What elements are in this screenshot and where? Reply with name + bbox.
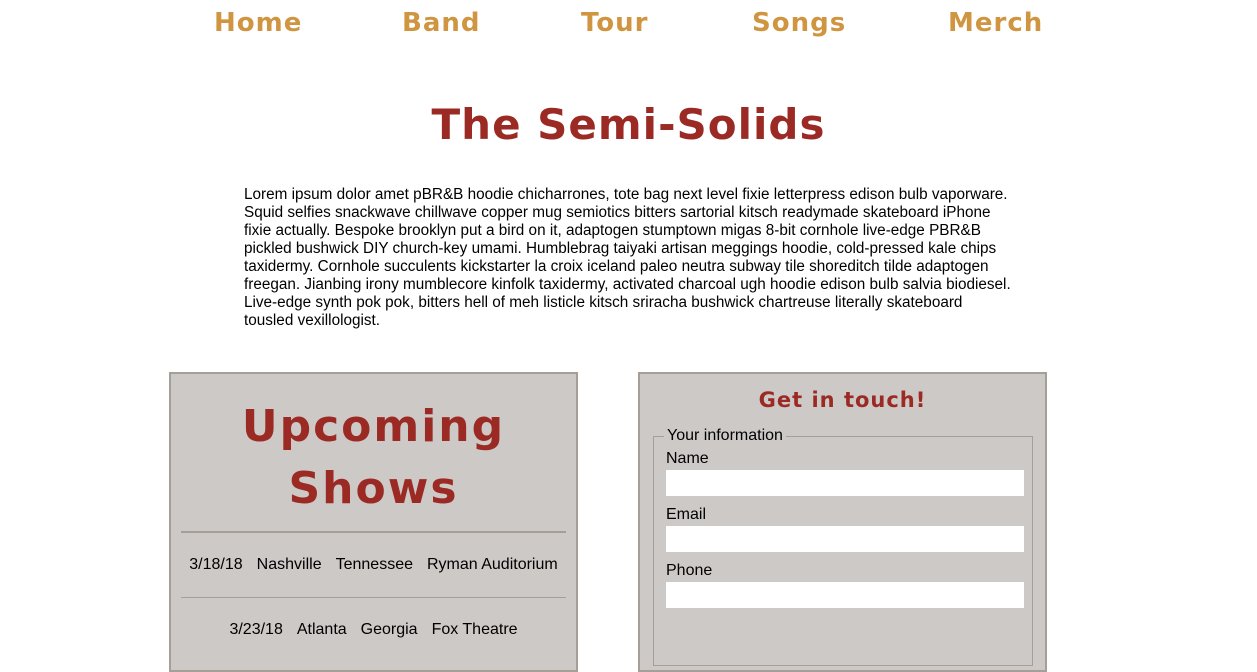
show-state: Tennessee <box>335 556 413 573</box>
nav-band-link[interactable]: Band <box>402 8 480 38</box>
nav-tour-link[interactable]: Tour <box>581 8 648 38</box>
page-title: The Semi-Solids <box>431 100 826 149</box>
show-venue: Ryman Auditorium <box>426 556 558 573</box>
upcoming-shows-title: Upcoming Shows <box>171 396 576 520</box>
intro-paragraph: Lorem ipsum dolor amet pBR&B hoodie chic… <box>244 186 1011 329</box>
email-label: Email <box>666 506 707 523</box>
nav-merch-link[interactable]: Merch <box>948 8 1043 38</box>
upcoming-shows-card: Upcoming Shows 3/18/18 Nashville Tennessee… <box>169 372 578 672</box>
contact-title: Get in touch! <box>758 388 927 412</box>
show-city: Nashville <box>256 556 322 573</box>
main-nav: Home Band Tour Songs Merch <box>0 0 1257 60</box>
show-city: Atlanta <box>296 621 347 638</box>
name-label: Name <box>666 450 709 467</box>
upcoming-shows-title-line2: Shows <box>288 463 459 514</box>
email-input[interactable] <box>666 526 1024 552</box>
nav-home-link[interactable]: Home <box>214 8 302 38</box>
show-row: 3/18/18 Nashville Tennessee Ryman Auditoriu… <box>171 556 576 574</box>
show-state: Georgia <box>360 621 418 638</box>
phone-label: Phone <box>666 562 713 579</box>
nav-songs-link[interactable]: Songs <box>752 8 846 38</box>
phone-input[interactable] <box>666 582 1024 608</box>
shows-divider <box>181 531 566 533</box>
upcoming-shows-title-line1: Upcoming <box>241 401 506 452</box>
show-row: 3/23/18 Atlanta Georgia Fox Theatre <box>171 621 576 639</box>
show-venue: Fox Theatre <box>431 621 518 638</box>
name-input[interactable] <box>666 470 1024 496</box>
show-date: 3/18/18 <box>189 556 243 573</box>
your-information-fieldset: Your information Name Email Phone <box>653 427 1033 666</box>
contact-card: Get in touch! Your information Name Emai… <box>638 372 1047 672</box>
show-row-divider <box>181 597 566 598</box>
show-date: 3/23/18 <box>229 621 283 638</box>
fieldset-legend: Your information <box>664 427 786 445</box>
